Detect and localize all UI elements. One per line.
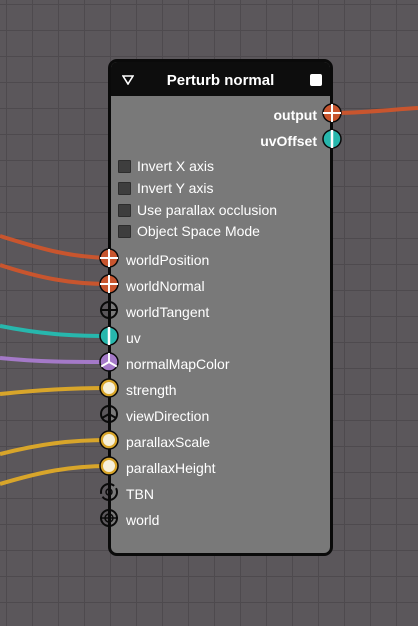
normal-map-color-port-color-icon[interactable] [99, 352, 119, 372]
world-normal-port-vector-icon[interactable] [99, 274, 119, 294]
uvoffset-port-vector2-icon[interactable] [322, 129, 342, 149]
strength-port-float-icon[interactable] [99, 378, 119, 398]
parallax-scale-port-float-icon[interactable] [99, 430, 119, 450]
uv-port-vector2-icon[interactable] [99, 326, 119, 346]
tbn-port-matrix-icon[interactable] [100, 483, 118, 501]
port-layer [99, 103, 342, 527]
view-direction-port-vector3-icon[interactable] [100, 405, 118, 423]
output-port-vector-icon[interactable] [322, 103, 342, 123]
world-tangent-port-vector-icon[interactable] [100, 301, 118, 319]
parallax-height-port-float-icon[interactable] [99, 456, 119, 476]
world-position-port-vector-icon[interactable] [99, 248, 119, 268]
world-port-matrix4-icon[interactable] [100, 509, 118, 527]
